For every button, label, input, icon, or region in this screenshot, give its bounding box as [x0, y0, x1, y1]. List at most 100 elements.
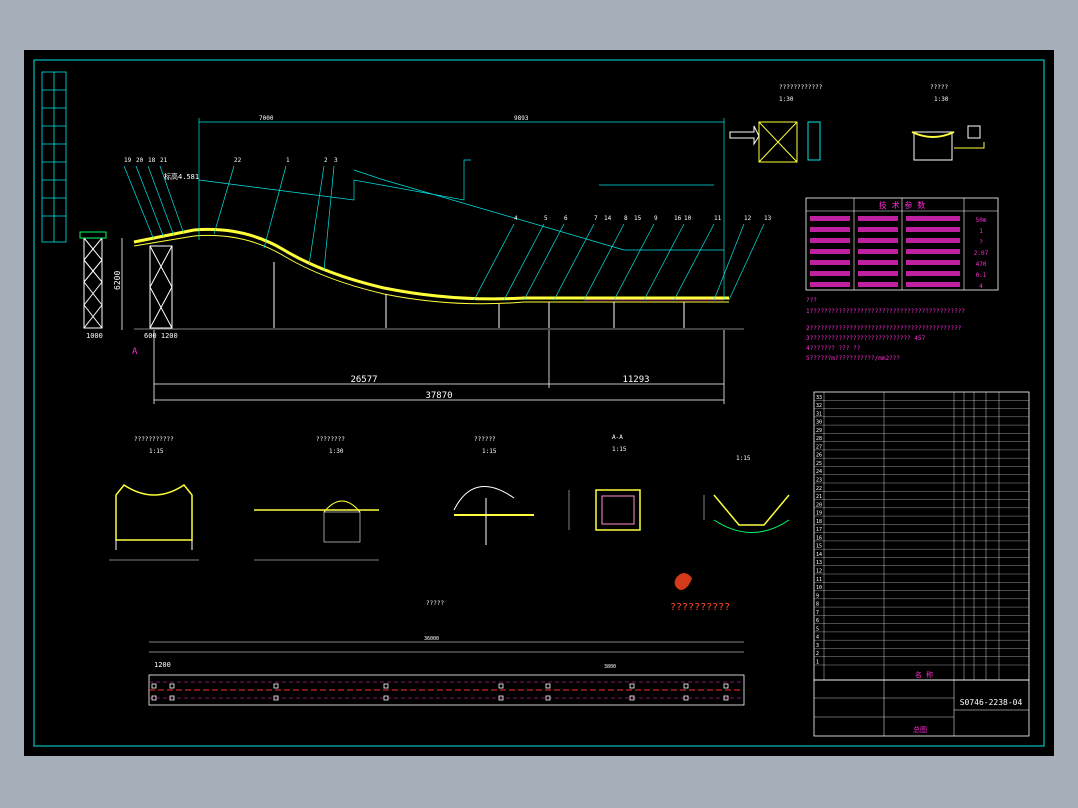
qmark-title-3: ???????????	[134, 436, 174, 443]
position-numbers: 19 20 18 21 22 1 2 34 5 6 7 8 9 10 11 12 1314 15 16	[124, 157, 772, 222]
detail-scale-5: 1:15	[736, 455, 751, 462]
bom-row-number: 19	[816, 511, 822, 517]
section-a-label: A	[132, 347, 138, 357]
detail-scale-3: 1:15	[482, 448, 497, 455]
position-number: 1	[286, 157, 290, 164]
position-number: 9	[654, 215, 658, 222]
detail-scale-1: 1:15	[149, 448, 164, 455]
foundation-dim-2: 3800	[604, 664, 616, 670]
watermark: ??????????	[670, 573, 730, 613]
spec-value: 4	[979, 283, 983, 290]
border-frame	[33, 59, 1045, 747]
bom-row-number: 26	[816, 453, 822, 459]
position-number: 20	[136, 157, 144, 164]
position-number: 18	[148, 157, 156, 164]
position-number: 21	[160, 157, 168, 164]
bom-row-number: 16	[816, 535, 822, 541]
spec-value: 470	[976, 261, 987, 268]
section-label: A-A	[612, 434, 623, 441]
head-support	[149, 245, 173, 329]
spec-header: 技 术 参 数	[879, 200, 925, 210]
foundation-plan: ????? 1200 36000 3800	[148, 600, 745, 706]
qmark-title-4: ????????	[316, 436, 345, 443]
bom-row-number: 7	[816, 610, 819, 616]
bom-row-number: 21	[816, 494, 822, 500]
foundation-qmarks: ?????	[426, 600, 444, 607]
position-number: 14	[604, 215, 612, 222]
detail-3: ?????? 1:15	[453, 436, 534, 545]
top-view-1: ???????????? 1:30	[729, 84, 823, 163]
conveyor-belt	[133, 227, 729, 301]
bom-row-number: 23	[816, 478, 822, 484]
view-scale-2: 1:30	[934, 96, 949, 103]
position-number: 15	[634, 215, 642, 222]
main-elevation: 26577 11293 37870 6200 1000 600 1200 A 标…	[79, 115, 765, 404]
title-block: S0746-2238-04 总图	[813, 679, 1030, 737]
drawing-number: S0746-2238-04	[960, 698, 1023, 707]
bom-footer: 名 称	[915, 670, 933, 679]
support-legs	[273, 262, 685, 328]
top-view-2: ????? 1:30	[911, 84, 985, 161]
bom-row-number: 24	[816, 469, 822, 475]
bom-row-number: 27	[816, 444, 822, 450]
position-number: 16	[674, 215, 682, 222]
logo-flame-icon	[674, 573, 692, 590]
notes-block: ??? 1???????????????????????????????????…	[806, 297, 965, 362]
bom-row-number: 9	[816, 593, 819, 599]
qmark-title-5: ??????	[474, 436, 496, 443]
bom-row-number: 18	[816, 519, 822, 525]
watermark-text: ??????????	[670, 602, 730, 613]
bom-row-number: 30	[816, 420, 822, 426]
note-line: 2???????????????????????????????????????…	[806, 325, 962, 332]
bom-row-number: 32	[816, 403, 822, 409]
elevation-label: 标高4.581	[164, 172, 199, 181]
qmark-title-1: ????????????	[779, 84, 823, 91]
bom-row-number: 3	[816, 643, 819, 649]
qmark-title-2: ?????	[930, 84, 948, 91]
bom-row-number: 4	[816, 635, 819, 641]
bom-row-number: 31	[816, 411, 822, 417]
right-dim-label: 11293	[622, 375, 649, 385]
detail-2: ???????? 1:30	[254, 436, 379, 561]
position-number: 10	[684, 215, 692, 222]
height-dim-label: 6200	[113, 271, 122, 290]
bom-row-number: 22	[816, 486, 822, 492]
spec-value: 2.07	[974, 250, 989, 257]
position-number: 2	[324, 157, 328, 164]
position-number: 6	[564, 215, 568, 222]
foundation-dim: 1200	[154, 661, 171, 669]
total-dim-label: 37870	[425, 391, 452, 401]
leader-lines	[123, 118, 765, 301]
base-dims-label: 600 1200	[144, 332, 178, 340]
left-strip	[41, 71, 67, 243]
bom-row-number: 14	[816, 552, 822, 558]
position-number: 4	[514, 215, 518, 222]
bom-row-number: 8	[816, 602, 819, 608]
note-line: 4??????? ??? ??	[806, 345, 861, 352]
bom-row-number: 17	[816, 527, 822, 533]
note-line: 3???????????????????????????? 457	[806, 335, 926, 342]
detail-4: A-A 1:15	[568, 434, 641, 531]
bom-row-number: 29	[816, 428, 822, 434]
cad-drawing: 26577 11293 37870 6200 1000 600 1200 A 标…	[33, 59, 1045, 747]
bom-row-number: 2	[816, 651, 819, 657]
top-dim-1: 7000	[259, 115, 274, 122]
detail-scale-2: 1:30	[329, 448, 344, 455]
drawing-canvas: 26577 11293 37870 6200 1000 600 1200 A 标…	[24, 50, 1054, 756]
position-number: 11	[714, 215, 722, 222]
spec-value: 1	[979, 228, 983, 235]
spec-value: ?	[979, 239, 983, 246]
position-number: 5	[544, 215, 548, 222]
bom-row-number: 1	[816, 660, 819, 666]
bom-row-number: 10	[816, 585, 822, 591]
note-line: ???	[806, 297, 817, 304]
bom-row-number: 33	[816, 395, 822, 401]
position-number: 7	[594, 215, 598, 222]
position-number: 22	[234, 157, 242, 164]
bom-row-number: 6	[816, 618, 819, 624]
tower-structure	[79, 231, 107, 329]
view-scale-1: 1:30	[779, 96, 794, 103]
bom-row-number: 20	[816, 502, 822, 508]
bom-row-number: 11	[816, 577, 822, 583]
spec-value: 50m	[976, 217, 987, 224]
